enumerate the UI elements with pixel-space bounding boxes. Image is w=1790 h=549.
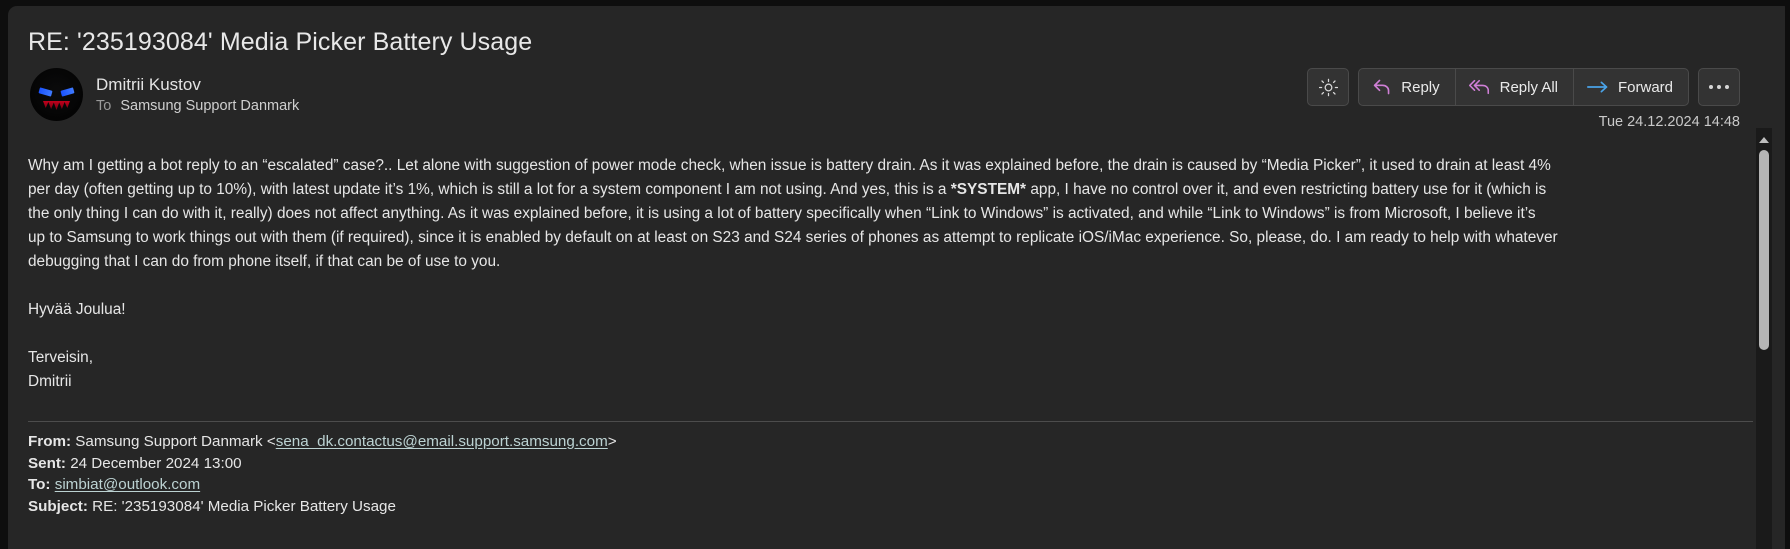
body-text: Hyvää Joulua! [28,301,126,318]
quoted-header-row: From: Samsung Support Danmark <sena_dk.c… [28,432,617,453]
sender-name[interactable]: Dmitrii Kustov [96,75,299,95]
recipient-line: To Samsung Support Danmark [96,98,299,115]
quoted-header-label: Subject: [28,497,88,515]
reply-actions-group: Reply Reply All Forward [1358,68,1689,106]
avatar-mouth-icon [43,101,70,110]
recipient-value[interactable]: Samsung Support Danmark [120,98,299,115]
body-text: up to Samsung to work things out with th… [28,229,1558,246]
body-text: debugging that I can do from phone itsel… [28,253,501,270]
body-line: the only thing I can do with it, really)… [28,202,1753,226]
reply-button[interactable]: Reply [1359,69,1456,105]
message-body: Why am I getting a bot reply to an “esca… [28,154,1753,394]
sender-details: Dmitrii Kustov To Samsung Support Danmar… [96,75,299,115]
body-line: Terveisin, [28,346,1753,370]
more-options-icon [1709,85,1729,89]
body-line: Dmitrii [28,370,1753,394]
body-line: up to Samsung to work things out with th… [28,226,1753,250]
body-blank-line [28,322,1753,346]
sender-row: Dmitrii Kustov To Samsung Support Danmar… [30,68,299,121]
avatar-eye-left-icon [38,87,53,97]
quoted-header-value: Samsung Support Danmark < [71,433,276,450]
quoted-header-value: RE: '235193084' Media Picker Battery Usa… [87,497,396,515]
body-line: per day (often getting up to 10%), with … [28,178,1753,202]
body-paragraph: Why am I getting a bot reply to an “esca… [28,154,1753,394]
scroll-thumb[interactable] [1759,150,1769,350]
quoted-header-value: > [607,433,617,450]
quoted-header-value: 24 December 2024 13:00 [65,454,242,472]
body-blank-line [28,274,1753,298]
reply-arrow-icon [1374,79,1390,95]
forward-label: Forward [1617,78,1673,96]
quoted-header-label: From: [28,433,72,450]
body-line: debugging that I can do from phone itsel… [28,250,1753,274]
quoted-header-label: Sent: [28,454,66,472]
body-text: app, I have no control over it, and even… [1026,181,1547,198]
body-text: Why am I getting a bot reply to an “esca… [28,157,1551,174]
body-text: Dmitrii [28,373,72,390]
quoted-header-row: Sent: 24 December 2024 13:00 [28,454,617,475]
quoted-header-row: To: simbiat@outlook.com [28,475,617,496]
quote-divider [28,421,1753,422]
body-line: Why am I getting a bot reply to an “esca… [28,154,1753,178]
more-options-button[interactable] [1698,68,1740,106]
page-title: RE: '235193084' Media Picker Battery Usa… [28,28,533,56]
reading-pane: RE: '235193084' Media Picker Battery Usa… [8,6,1786,549]
action-toolbar: Reply Reply All Forward [1307,68,1740,106]
body-emphasis: *SYSTEM* [950,181,1027,198]
vertical-scrollbar[interactable] [1756,128,1772,549]
sun-icon [1318,78,1338,96]
body-text: the only thing I can do with it, really)… [28,205,1536,222]
brightness-button[interactable] [1307,68,1350,106]
reply-label: Reply [1401,78,1440,96]
quoted-header-label: To: [28,476,51,493]
forward-arrow-icon [1586,81,1608,93]
avatar-eye-right-icon [60,87,75,97]
reply-all-arrow-icon [1468,79,1489,95]
message-timestamp: Tue 24.12.2024 14:48 [1598,114,1740,130]
scroll-up-arrow-icon[interactable] [1756,132,1772,147]
avatar[interactable] [30,68,83,121]
quoted-header-row: Subject: RE: '235193084' Media Picker Ba… [28,497,617,518]
email-link[interactable]: simbiat@outlook.com [55,476,200,493]
reply-all-button[interactable]: Reply All [1456,69,1574,105]
email-link[interactable]: sena_dk.contactus@email.support.samsung.… [276,433,608,450]
window-right-edge [1785,0,1790,549]
body-text: per day (often getting up to 10%), with … [28,181,951,198]
body-line: Hyvää Joulua! [28,298,1753,322]
body-text: Terveisin, [28,349,94,366]
forward-button[interactable]: Forward [1574,69,1688,105]
quoted-message-header: From: Samsung Support Danmark <sena_dk.c… [28,432,617,518]
recipient-label: To [96,97,112,114]
reply-all-label: Reply All [1499,78,1558,96]
